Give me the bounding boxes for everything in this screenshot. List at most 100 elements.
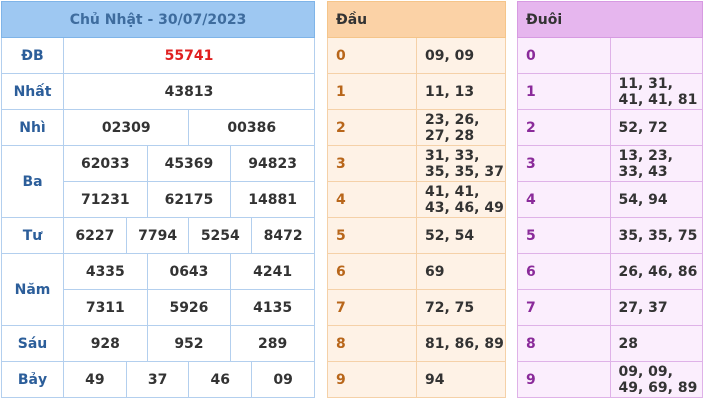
prize-value: 02309: [62, 109, 190, 146]
prize-row-bay: Bảy 49 37 46 09: [1, 361, 315, 398]
head-digit-row-digit: 8: [327, 325, 417, 362]
tail-digit-row-numbers: 13, 23, 33, 43: [609, 145, 703, 182]
prize-value: 94823: [230, 145, 315, 182]
tail-digit-row: 7 27, 37: [517, 289, 703, 326]
prize-label: Nhất: [1, 73, 64, 110]
head-digit-table: Đầu 0 09, 09 1 11, 13 2 23, 26, 27, 28 3 31, 33…: [327, 1, 506, 398]
prize-row-nhi: Nhì 02309 00386: [1, 109, 315, 146]
prize-label: Sáu: [1, 325, 64, 362]
head-digit-row: 9 94: [327, 361, 506, 398]
tail-digit-row: 1 11, 31, 41, 41, 81: [517, 73, 703, 110]
tail-digit-table: Đuôi 0 1 11, 31, 41, 41, 81 2 52, 72 3 13, 23,…: [517, 1, 703, 398]
head-digit-row: 5 52, 54: [327, 217, 506, 254]
head-digit-row-numbers: 09, 09: [416, 37, 506, 74]
head-digit-row-digit: 3: [327, 145, 417, 182]
tail-digit-row-digit: 3: [517, 145, 611, 182]
prize-value: 62033: [63, 145, 148, 182]
head-digit-row-numbers: 72, 75: [416, 289, 506, 326]
head-digit-row: 2 23, 26, 27, 28: [327, 109, 506, 146]
prize-row-db: ĐB 55741: [1, 37, 315, 74]
prize-value: 6227: [63, 217, 127, 254]
head-digit-row: 3 31, 33, 35, 35, 37: [327, 145, 506, 182]
prize-value: 14881: [230, 181, 315, 218]
tail-digit-row: 2 52, 72: [517, 109, 703, 146]
prize-value: 289: [230, 325, 315, 362]
special-prize-value: 55741: [63, 37, 315, 74]
tail-digit-row-digit: 7: [517, 289, 611, 326]
tail-digit-row: 4 54, 94: [517, 181, 703, 218]
head-digit-row: 6 69: [327, 253, 506, 290]
tail-digit-row: 3 13, 23, 33, 43: [517, 145, 703, 182]
tail-digit-row: 8 28: [517, 325, 703, 362]
prize-label: ĐB: [1, 37, 64, 74]
tail-digit-row-numbers: 26, 46, 86: [609, 253, 703, 290]
head-digit-row-numbers: 69: [416, 253, 506, 290]
head-digit-header: Đầu: [327, 1, 506, 38]
tail-digit-row-numbers: [609, 37, 703, 74]
head-digit-row-numbers: 31, 33, 35, 35, 37: [416, 145, 506, 182]
head-digit-row-numbers: 81, 86, 89: [416, 325, 506, 362]
prize-value: 00386: [188, 109, 315, 146]
tail-digit-row: 6 26, 46, 86: [517, 253, 703, 290]
prize-row-tu: Tư 6227 7794 5254 8472: [1, 217, 315, 254]
head-digit-row-digit: 9: [327, 361, 417, 398]
tail-digit-row-numbers: 27, 37: [609, 289, 703, 326]
tail-digit-row-numbers: 09, 09, 49, 69, 89: [609, 361, 703, 398]
head-digit-row-digit: 7: [327, 289, 417, 326]
prize-value: 4335: [63, 253, 148, 290]
prize-value: 5254: [188, 217, 253, 254]
prize-row-sau: Sáu 928 952 289: [1, 325, 315, 362]
prize-label: Tư: [1, 217, 64, 254]
tail-digit-header: Đuôi: [517, 1, 703, 38]
head-digit-row-numbers: 41, 41, 43, 46, 49: [416, 181, 506, 218]
prize-value: 46: [188, 361, 253, 398]
head-digit-row-digit: 2: [327, 109, 417, 146]
prize-label: Bảy: [1, 361, 64, 398]
prize-label: Nhì: [1, 109, 64, 146]
tail-digit-row-numbers: 28: [609, 325, 703, 362]
head-digit-row-digit: 4: [327, 181, 417, 218]
tail-digit-row-numbers: 52, 72: [609, 109, 703, 146]
prize-value: 7311: [63, 289, 148, 326]
prize-value: 09: [251, 361, 315, 398]
tail-digit-row-digit: 0: [517, 37, 611, 74]
prize-value: 8472: [251, 217, 315, 254]
prize-label: Năm: [1, 253, 64, 326]
prize-row-nhat: Nhất 43813: [1, 73, 315, 110]
head-digit-row: 1 11, 13: [327, 73, 506, 110]
results-table: Chủ Nhật - 30/07/2023 ĐB 55741 Nhất 4381…: [1, 1, 315, 398]
prize-value: 49: [63, 361, 127, 398]
prize-value: 4241: [230, 253, 315, 290]
head-digit-row-digit: 5: [327, 217, 417, 254]
prize-value: 62175: [146, 181, 232, 218]
prize-row-ba: Ba 62033 45369 94823: [1, 145, 315, 218]
tail-digit-row: 0: [517, 37, 703, 74]
prize-value: 71231: [63, 181, 148, 218]
results-title: Chủ Nhật - 30/07/2023: [1, 1, 315, 38]
tail-digit-row-digit: 9: [517, 361, 611, 398]
prize-label: Ba: [1, 145, 64, 218]
tail-digit-row-digit: 2: [517, 109, 611, 146]
prize-value: 4135: [230, 289, 315, 326]
head-digit-row-digit: 0: [327, 37, 417, 74]
tail-digit-row: 5 35, 35, 75: [517, 217, 703, 254]
prize-value: 5926: [146, 289, 232, 326]
tail-digit-row-digit: 5: [517, 217, 611, 254]
head-digit-row-digit: 6: [327, 253, 417, 290]
head-digit-row: 0 09, 09: [327, 37, 506, 74]
prize-value: 37: [125, 361, 190, 398]
tail-digit-row-numbers: 11, 31, 41, 41, 81: [609, 73, 703, 110]
tail-digit-row-numbers: 35, 35, 75: [609, 217, 703, 254]
head-digit-row-numbers: 52, 54: [416, 217, 506, 254]
head-digit-row-numbers: 23, 26, 27, 28: [416, 109, 506, 146]
head-digit-row-numbers: 11, 13: [416, 73, 506, 110]
tail-digit-row-digit: 8: [517, 325, 611, 362]
tail-digit-row: 9 09, 09, 49, 69, 89: [517, 361, 703, 398]
tail-digit-row-digit: 6: [517, 253, 611, 290]
prize-value: 952: [146, 325, 232, 362]
head-digit-row: 7 72, 75: [327, 289, 506, 326]
tail-digit-row-digit: 4: [517, 181, 611, 218]
prize-row-nam: Năm 4335 0643 4241: [1, 253, 315, 326]
prize-value: 928: [63, 325, 148, 362]
tail-digit-row-digit: 1: [517, 73, 611, 110]
